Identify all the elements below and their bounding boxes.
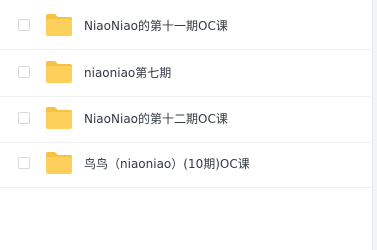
scrollbar-track[interactable] — [372, 0, 377, 250]
file-name[interactable]: NiaoNiao的第十一期OC课 — [84, 3, 228, 49]
list-item[interactable]: 鸟鸟（niaoniao）(10期)OC课 — [0, 141, 372, 188]
folder-icon — [46, 152, 72, 174]
file-name[interactable]: 鸟鸟（niaoniao）(10期)OC课 — [84, 141, 250, 187]
row-checkbox[interactable] — [18, 19, 30, 31]
file-name[interactable]: niaoniao第七期 — [84, 50, 171, 96]
row-checkbox[interactable] — [18, 112, 30, 124]
file-name[interactable]: NiaoNiao的第十二期OC课 — [84, 96, 228, 142]
list-item[interactable]: niaoniao第七期 — [0, 50, 372, 97]
row-checkbox[interactable] — [18, 157, 30, 169]
folder-icon — [46, 14, 72, 36]
file-list: NiaoNiao的第十一期OC课 niaoniao第七期 NiaoNiao的第十… — [0, 0, 377, 250]
folder-icon — [46, 107, 72, 129]
folder-icon — [46, 61, 72, 83]
row-checkbox[interactable] — [18, 66, 30, 78]
list-item[interactable]: NiaoNiao的第十二期OC课 — [0, 96, 372, 143]
list-item[interactable]: NiaoNiao的第十一期OC课 — [0, 3, 372, 50]
